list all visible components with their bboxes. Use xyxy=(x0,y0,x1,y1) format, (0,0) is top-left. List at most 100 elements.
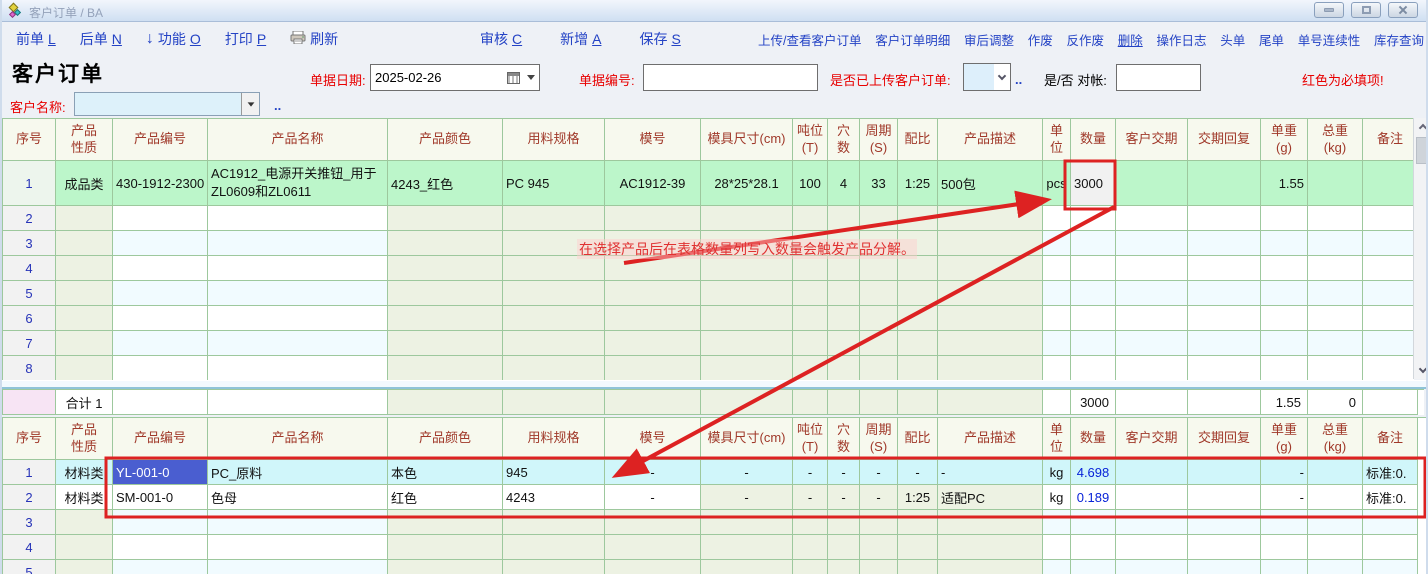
row-number-cell[interactable]: 6 xyxy=(3,306,56,331)
grid-cell[interactable] xyxy=(208,535,388,560)
grid-cell[interactable] xyxy=(1116,460,1188,485)
grid-cell[interactable] xyxy=(1043,390,1071,415)
grid-cell[interactable] xyxy=(1043,256,1071,281)
grid-cell[interactable] xyxy=(1363,331,1414,356)
grid-cell[interactable] xyxy=(208,560,388,574)
grid-cell[interactable] xyxy=(1261,256,1308,281)
grid-cell[interactable] xyxy=(1043,231,1071,256)
row-number-cell[interactable]: 8 xyxy=(3,356,56,381)
grid-cell[interactable] xyxy=(503,510,605,535)
grid-cell[interactable] xyxy=(208,256,388,281)
add-new-button[interactable]: 新增A xyxy=(560,29,601,49)
grid-cell[interactable] xyxy=(701,356,793,381)
unvoid-link[interactable]: 反作废 xyxy=(1066,30,1104,49)
grid-cell[interactable] xyxy=(1071,306,1116,331)
upload-view-order-link[interactable]: 上传/查看客户订单 xyxy=(758,30,861,49)
grid-cell[interactable] xyxy=(1363,281,1414,306)
grid-cell[interactable] xyxy=(1188,206,1261,231)
grid-cell[interactable] xyxy=(503,281,605,306)
grid-cell[interactable] xyxy=(828,281,860,306)
grid-cell[interactable] xyxy=(1308,535,1363,560)
grid-cell[interactable] xyxy=(1261,510,1308,535)
grid-cell[interactable] xyxy=(793,390,828,415)
grid-cell[interactable] xyxy=(1188,331,1261,356)
grid-cell[interactable] xyxy=(828,231,860,256)
scroll-down-button[interactable] xyxy=(1414,362,1428,379)
grid-cell[interactable]: - xyxy=(898,460,938,485)
grid-cell[interactable] xyxy=(898,331,938,356)
grid-cell[interactable] xyxy=(388,510,503,535)
grid-cell[interactable] xyxy=(1188,460,1261,485)
grid-cell[interactable] xyxy=(1188,535,1261,560)
grid-cell[interactable] xyxy=(1188,560,1261,574)
grid-cell[interactable] xyxy=(1116,535,1188,560)
grid-cell[interactable]: 成品类 xyxy=(56,161,113,206)
grid-cell[interactable] xyxy=(1116,306,1188,331)
grid-cell[interactable] xyxy=(1116,256,1188,281)
table-splitter[interactable] xyxy=(2,380,1426,389)
grid-cell[interactable] xyxy=(113,356,208,381)
grid-cell[interactable]: 28*25*28.1 xyxy=(701,161,793,206)
next-order-button[interactable]: 后单N xyxy=(80,29,122,49)
grid-cell[interactable] xyxy=(113,510,208,535)
grid-cell[interactable] xyxy=(1116,356,1188,381)
grid-cell[interactable] xyxy=(1261,560,1308,574)
grid-cell[interactable] xyxy=(388,206,503,231)
grid-cell[interactable] xyxy=(208,510,388,535)
grid-cell[interactable] xyxy=(56,306,113,331)
grid-cell[interactable] xyxy=(1308,256,1363,281)
grid-cell[interactable]: - xyxy=(605,460,701,485)
row-number-cell[interactable]: 2 xyxy=(3,485,56,510)
grid-cell[interactable] xyxy=(938,306,1043,331)
grid-cell[interactable] xyxy=(860,231,898,256)
grid-cell[interactable] xyxy=(208,281,388,306)
save-button[interactable]: 保存S xyxy=(639,29,680,49)
grid-cell[interactable]: AC1912_电源开关推钮_用于ZL0609和ZL0611 xyxy=(208,161,388,206)
grid-cell[interactable] xyxy=(898,206,938,231)
row-number-cell[interactable]: 5 xyxy=(3,560,56,574)
grid-cell[interactable]: 1.55 xyxy=(1261,161,1308,206)
grid-cell[interactable]: YL-001-0 xyxy=(113,460,208,485)
grid-cell[interactable] xyxy=(1363,161,1414,206)
grid-cell[interactable] xyxy=(605,356,701,381)
grid-cell[interactable] xyxy=(828,206,860,231)
chevron-down-icon[interactable] xyxy=(527,75,535,80)
grid-cell[interactable] xyxy=(898,390,938,415)
grid-cell[interactable]: PC 945 xyxy=(503,161,605,206)
grid-cell[interactable]: 33 xyxy=(860,161,898,206)
grid-cell[interactable] xyxy=(898,356,938,381)
grid-cell[interactable] xyxy=(1116,390,1188,415)
grid-cell[interactable] xyxy=(701,231,793,256)
grid-cell[interactable] xyxy=(1188,281,1261,306)
grid-cell[interactable] xyxy=(1363,560,1418,574)
grid-cell[interactable] xyxy=(1188,161,1261,206)
grid-cell[interactable] xyxy=(793,535,828,560)
grid-cell[interactable] xyxy=(1363,390,1418,415)
grid-cell[interactable]: kg xyxy=(1043,485,1071,510)
grid-cell[interactable] xyxy=(605,390,701,415)
grid-cell[interactable] xyxy=(208,231,388,256)
grid-cell[interactable] xyxy=(1188,306,1261,331)
grid-cell[interactable] xyxy=(1363,231,1414,256)
grid-cell[interactable] xyxy=(828,560,860,574)
grid-cell[interactable] xyxy=(828,256,860,281)
grid-cell[interactable] xyxy=(793,510,828,535)
grid-cell[interactable] xyxy=(113,281,208,306)
grid-cell[interactable] xyxy=(793,256,828,281)
grid-cell[interactable] xyxy=(113,231,208,256)
grid-cell[interactable] xyxy=(503,256,605,281)
grid-cell[interactable]: 4 xyxy=(828,161,860,206)
prev-order-button[interactable]: 前单L xyxy=(16,29,56,49)
grid-cell[interactable] xyxy=(1308,331,1363,356)
grid-cell[interactable]: 0 xyxy=(1308,390,1363,415)
grid-cell[interactable] xyxy=(503,206,605,231)
grid-cell[interactable]: 标准:0. xyxy=(1363,485,1418,510)
grid-cell[interactable] xyxy=(1363,510,1418,535)
grid-cell[interactable] xyxy=(1188,390,1261,415)
grid-cell[interactable] xyxy=(388,256,503,281)
grid-cell[interactable] xyxy=(1071,256,1116,281)
grid-cell[interactable] xyxy=(701,281,793,306)
customer-dropdown-button[interactable] xyxy=(241,93,259,115)
grid-cell[interactable] xyxy=(1363,206,1414,231)
customer-browse-button[interactable]: .. xyxy=(274,98,281,113)
